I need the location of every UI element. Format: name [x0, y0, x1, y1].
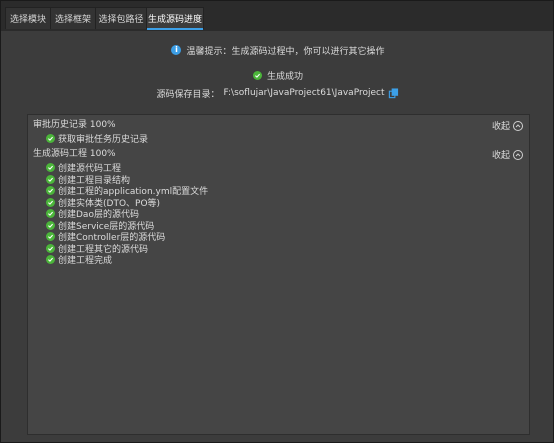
progress-panel: 审批历史记录 100% 收起 获取审批任务历史记录 生成源码工程 100% 收起…: [27, 114, 530, 435]
tab-generation-progress[interactable]: 生成源码进度: [146, 7, 204, 30]
list-item: 创建工程完成: [46, 254, 113, 266]
list-item: 创建实体类(DTO、PO等): [46, 197, 160, 209]
check-circle-icon: [46, 243, 55, 253]
list-item: 创建工程的application.yml配置文件: [46, 185, 208, 197]
list-item: 创建工程其它的源代码: [46, 243, 148, 255]
save-path-value: F:\soflujar\JavaProject61\JavaProject: [223, 88, 385, 98]
generator-window: 选择模块 选择框架 选择包路径 生成源码进度 i 温馨提示：生成源码过程中，你可…: [0, 0, 554, 443]
tip-message: i 温馨提示：生成源码过程中，你可以进行其它操作: [1, 43, 554, 57]
tab-label: 选择包路径: [98, 15, 144, 25]
collapse-label: 收起: [491, 122, 510, 132]
check-circle-icon: [46, 220, 55, 230]
collapse-button-approval-history[interactable]: 收起: [492, 119, 523, 132]
collapse-button-generate-project[interactable]: 收起: [492, 148, 523, 161]
check-circle-icon: [46, 197, 55, 207]
status-text: 生成成功: [266, 71, 303, 82]
check-circle-icon: [46, 174, 55, 184]
tab-select-package-path[interactable]: 选择包路径: [95, 7, 147, 29]
check-circle-icon: [46, 186, 55, 195]
collapse-label: 收起: [491, 151, 510, 161]
chevron-up-icon: [513, 149, 523, 160]
check-circle-icon: [252, 70, 262, 80]
list-item: 创建Controller层的源代码: [46, 231, 165, 243]
list-item: 创建Dao层的源代码: [46, 208, 139, 220]
chevron-up-icon: [513, 120, 523, 131]
tab-label: 选择模块: [9, 15, 46, 25]
item-text: 创建工程完成: [58, 256, 113, 266]
tab-select-framework[interactable]: 选择框架: [50, 7, 96, 29]
tip-text: 温馨提示：生成源码过程中，你可以进行其它操作: [186, 46, 385, 57]
tab-select-module[interactable]: 选择模块: [5, 7, 51, 29]
save-path: 源码保存目录： F:\soflujar\JavaProject61\JavaPr…: [1, 86, 554, 100]
info-icon: i: [171, 45, 182, 55]
generation-status: 生成成功: [1, 68, 554, 82]
item-text: 获取审批任务历史记录: [58, 135, 149, 145]
check-circle-icon: [46, 209, 55, 218]
tab-label: 生成源码进度: [147, 15, 202, 25]
tab-bar: 选择模块 选择框架 选择包路径 生成源码进度: [1, 1, 553, 31]
section-title-generate-project: 生成源码工程 100%: [33, 149, 116, 159]
section-title-approval-history: 审批历史记录 100%: [33, 120, 116, 130]
list-item: 创建源代码工程: [46, 162, 121, 174]
list-item: 创建Service层的源代码: [46, 220, 154, 232]
save-path-label: 源码保存目录：: [156, 89, 220, 100]
copy-icon[interactable]: [388, 87, 399, 99]
check-circle-icon: [46, 255, 55, 264]
check-circle-icon: [46, 134, 55, 143]
check-circle-icon: [46, 232, 55, 241]
tab-label: 选择框架: [54, 15, 91, 25]
list-item: 创建工程目录结构: [46, 174, 130, 186]
list-item: 获取审批任务历史记录: [46, 133, 149, 145]
check-circle-icon: [46, 163, 55, 172]
